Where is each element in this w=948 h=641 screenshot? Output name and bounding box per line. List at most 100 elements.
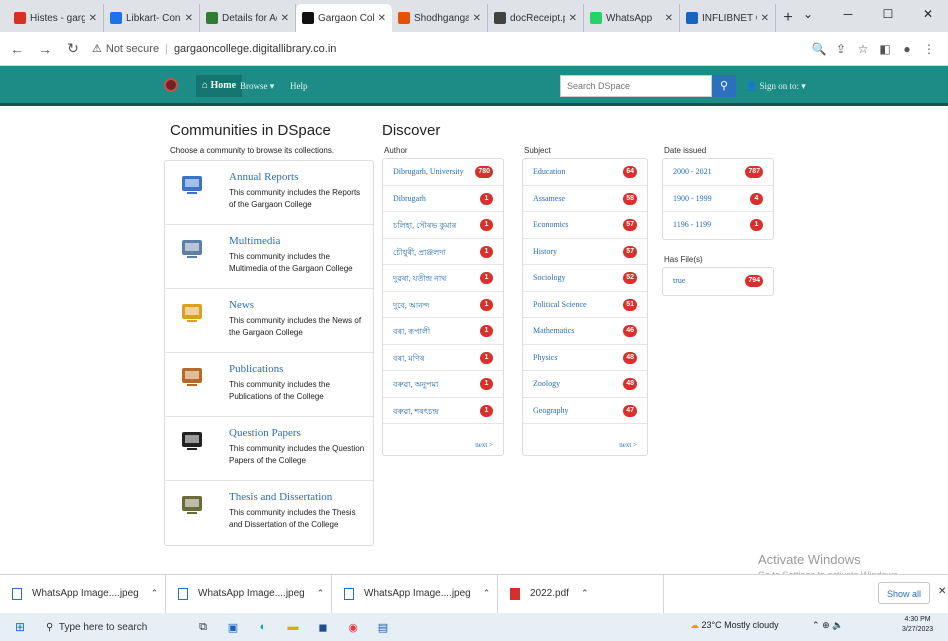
facet-value-link[interactable]: Physics <box>533 353 557 362</box>
date-facet-item[interactable]: 1900 - 1999 4 <box>663 186 773 212</box>
sidebar-icon[interactable]: ◧ <box>874 42 896 56</box>
facet-value-link[interactable]: Mathematics <box>533 326 574 335</box>
facet-value-link[interactable]: Zoology <box>533 379 560 388</box>
subject-facet-item[interactable]: Education 64 <box>523 159 647 186</box>
facet-value-link[interactable]: Sociology <box>533 273 565 282</box>
close-window-button[interactable]: ✕ <box>908 0 948 28</box>
author-facet-item[interactable]: বৰা, ৰূপালী 1 <box>383 318 503 345</box>
back-icon[interactable]: ← <box>6 41 28 57</box>
author-facet-item[interactable]: চৌধুৰী, প্ৰাঞ্জলদা 1 <box>383 239 503 265</box>
subject-facet-item[interactable]: Physics 48 <box>523 345 647 371</box>
url-field[interactable]: ⚠ Not secure | gargaoncollege.digitallib… <box>92 36 808 62</box>
college-logo[interactable] <box>164 78 178 92</box>
chrome-icon[interactable]: ◉ <box>342 616 364 638</box>
download-item[interactable]: WhatsApp Image....jpeg ⌃ <box>0 574 166 613</box>
reload-icon[interactable]: ↻ <box>62 40 84 57</box>
date-facet-item[interactable]: 2000 - 2021 787 <box>663 159 773 186</box>
community-title-link[interactable]: News <box>229 299 254 311</box>
author-facet-item[interactable]: বৰুৱা, অনুপমা 1 <box>383 371 503 398</box>
author-facet-item[interactable]: বৰা, মণিৰ 1 <box>383 345 503 371</box>
chevron-up-icon[interactable]: ⌃ <box>581 588 589 599</box>
community-title-link[interactable]: Multimedia <box>229 235 280 247</box>
tab-search-icon[interactable]: ⌄ <box>788 0 828 28</box>
chevron-up-icon[interactable]: ⌃ <box>483 588 491 599</box>
author-facet-item[interactable]: বৰুৱা, শৰৎচন্দ্ৰ 1 <box>383 398 503 424</box>
home-link[interactable]: ⌂ Home <box>196 75 243 97</box>
community-item[interactable]: Annual Reports This community includes th… <box>165 161 373 225</box>
facet-value-link[interactable]: 1196 - 1199 <box>673 220 711 229</box>
community-item[interactable]: News This community includes the News of … <box>165 289 373 353</box>
browser-tab[interactable]: WhatsApp ✕ <box>584 4 680 32</box>
weather-widget[interactable]: ☁ 23°C Mostly cloudy <box>690 620 779 631</box>
browser-tab[interactable]: docReceipt.p ✕ <box>488 4 584 32</box>
community-item[interactable]: Thesis and Dissertation This community in… <box>165 481 373 545</box>
browser-tab[interactable]: Gargaon Colle ✕ <box>296 4 392 32</box>
facet-value-link[interactable]: Political Science <box>533 300 587 309</box>
facet-value-link[interactable]: বৰুৱা, শৰৎচন্দ্ৰ <box>393 406 439 419</box>
file-explorer-icon[interactable]: ▬ <box>282 616 304 638</box>
browser-tab[interactable]: Details for Acc ✕ <box>200 4 296 32</box>
community-title-link[interactable]: Publications <box>229 363 283 375</box>
facet-value-link[interactable]: চৌধুৰী, প্ৰাঞ্জলদা <box>393 247 446 260</box>
facet-value-link[interactable]: চলিহা, সৌৰভ কুমাৰ <box>393 220 456 233</box>
community-item[interactable]: Question Papers This community includes t… <box>165 417 373 481</box>
facet-value-link[interactable]: Education <box>533 167 565 176</box>
tab-close-icon[interactable]: ✕ <box>89 13 97 24</box>
author-facet-item[interactable]: চলিহা, সৌৰভ কুমাৰ 1 <box>383 212 503 239</box>
bookmark-star-icon[interactable]: ☆ <box>852 42 874 56</box>
taskbar-search[interactable]: ⚲ Type here to search <box>40 615 178 639</box>
facet-value-link[interactable]: বৰা, ৰূপালী <box>393 326 430 339</box>
search-input[interactable] <box>560 75 712 97</box>
tab-close-icon[interactable]: ✕ <box>378 13 386 24</box>
signin-menu[interactable]: 👤 Sign on to: ▾ <box>746 75 806 97</box>
tab-close-icon[interactable]: ✕ <box>569 13 577 24</box>
subject-facet-item[interactable]: Zoology 48 <box>523 371 647 398</box>
facet-value-link[interactable]: 1900 - 1999 <box>673 194 712 203</box>
edge-icon[interactable]: ◐ <box>252 616 274 638</box>
facet-value-link[interactable]: true <box>673 276 685 285</box>
facet-value-link[interactable]: History <box>533 247 557 256</box>
word-icon[interactable]: ▤ <box>372 616 394 638</box>
subject-facet-item[interactable]: Mathematics 46 <box>523 318 647 345</box>
author-facet-item[interactable]: দুবে, আনন্দ 1 <box>383 292 503 318</box>
download-item[interactable]: WhatsApp Image....jpeg ⌃ <box>166 574 332 613</box>
forward-icon[interactable]: → <box>34 41 56 57</box>
close-downloads-icon[interactable]: ✕ <box>938 586 946 597</box>
facet-value-link[interactable]: দুৱৰা, যতীন্দ্ৰ নাথ <box>393 273 446 286</box>
community-item[interactable]: Publications This community includes the … <box>165 353 373 417</box>
facet-value-link[interactable]: Economics <box>533 220 569 229</box>
help-link[interactable]: Help <box>290 75 308 97</box>
facet-value-link[interactable]: 2000 - 2021 <box>673 167 712 176</box>
hasfile-facet-item[interactable]: true 794 <box>663 268 773 295</box>
author-facet-item[interactable]: Dibrugarh, University 780 <box>383 159 503 186</box>
subject-facet-item[interactable]: Sociology 52 <box>523 265 647 292</box>
download-item[interactable]: 2022.pdf ⌃ <box>498 574 664 613</box>
facet-value-link[interactable]: Dibrugarh, University <box>393 167 464 176</box>
facet-value-link[interactable]: দুবে, আনন্দ <box>393 300 429 313</box>
minimize-button[interactable]: ─ <box>828 0 868 28</box>
browse-menu[interactable]: Browse ▾ <box>240 75 274 97</box>
browser-tab[interactable]: Shodhganga ✕ <box>392 4 488 32</box>
date-facet-item[interactable]: 1196 - 1199 1 <box>663 212 773 239</box>
facet-value-link[interactable]: Geography <box>533 406 569 415</box>
facet-value-link[interactable]: বৰুৱা, অনুপমা <box>393 379 438 392</box>
show-all-button[interactable]: Show all <box>878 582 930 604</box>
community-title-link[interactable]: Thesis and Dissertation <box>229 491 332 503</box>
taskbar-clock[interactable]: 4:30 PM 3/27/2023 <box>902 615 933 635</box>
tab-close-icon[interactable]: ✕ <box>761 13 769 24</box>
tab-close-icon[interactable]: ✕ <box>473 13 481 24</box>
author-next-link[interactable]: next > <box>475 441 493 449</box>
zoom-icon[interactable]: 🔍 <box>808 42 830 56</box>
subject-facet-item[interactable]: Assamese 58 <box>523 186 647 212</box>
browser-tab[interactable]: INFLIBNET Ce ✕ <box>680 4 776 32</box>
tab-close-icon[interactable]: ✕ <box>185 13 193 24</box>
taskview-icon[interactable]: ⧉ <box>192 616 214 638</box>
community-item[interactable]: Multimedia This community includes the Mu… <box>165 225 373 289</box>
community-title-link[interactable]: Question Papers <box>229 427 301 439</box>
share-icon[interactable]: ⇪ <box>830 42 852 56</box>
menu-icon[interactable]: ⋮ <box>918 42 940 56</box>
system-tray[interactable]: ⌃ ⊕ 🔈 <box>812 620 843 631</box>
profile-icon[interactable]: ● <box>896 42 918 56</box>
browser-tab[interactable]: Libkart- Conse ✕ <box>104 4 200 32</box>
windows-start-icon[interactable]: ⊞ <box>0 620 40 634</box>
